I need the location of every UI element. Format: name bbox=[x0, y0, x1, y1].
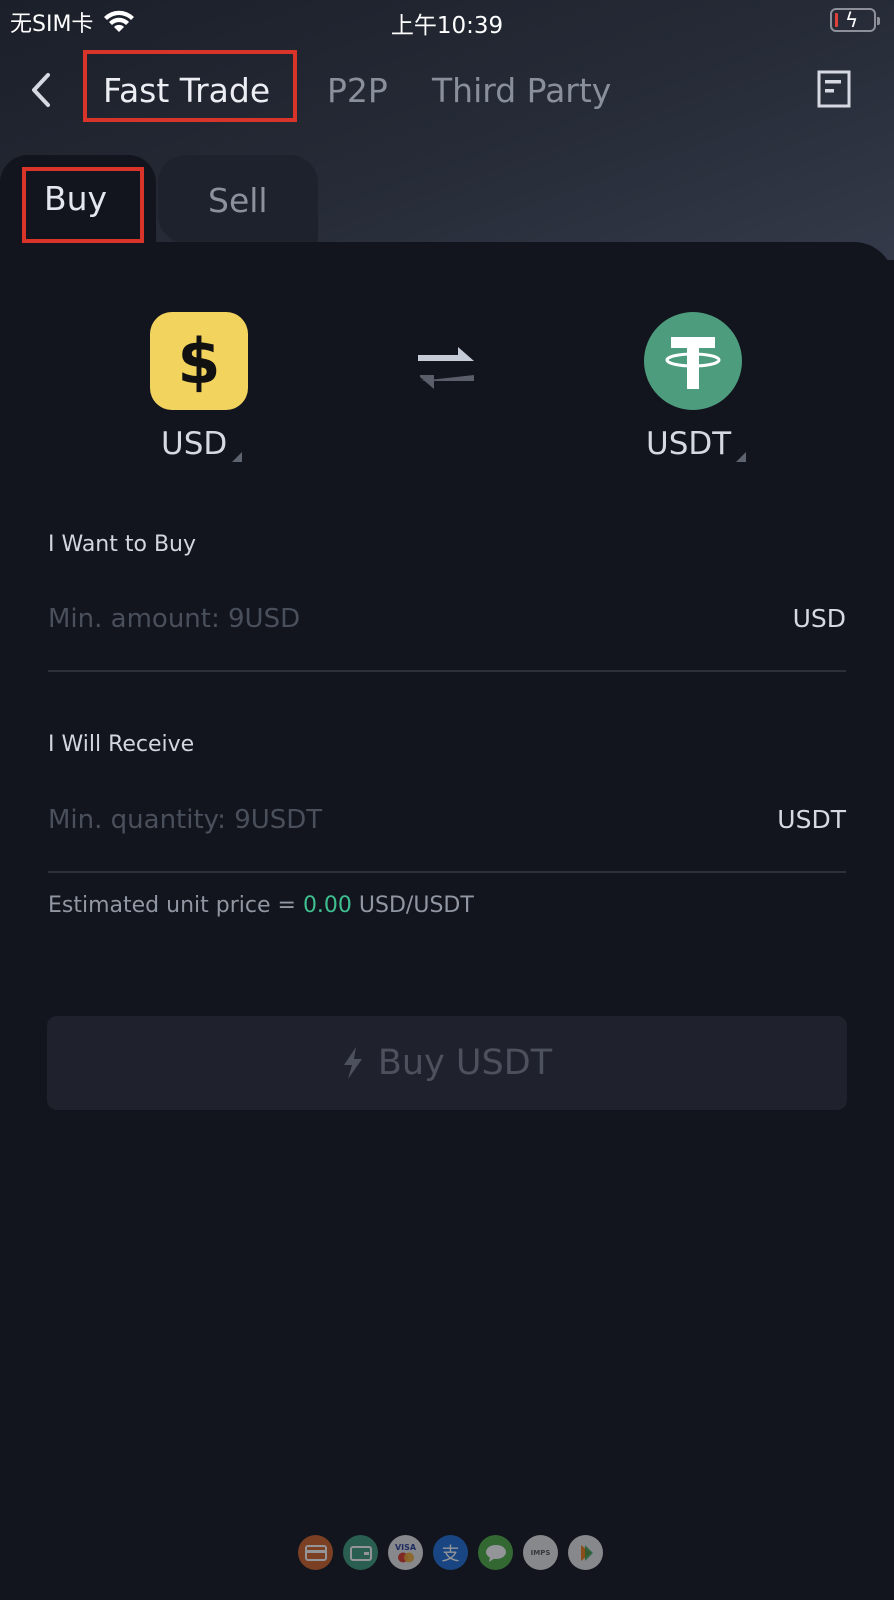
imps-icon: IMPS bbox=[523, 1535, 558, 1570]
usdt-coin-icon[interactable] bbox=[644, 312, 742, 410]
payment-methods: VISA 支 IMPS bbox=[298, 1535, 603, 1570]
tab-sell[interactable]: Sell bbox=[158, 155, 318, 243]
tab-third-party[interactable]: Third Party bbox=[432, 71, 611, 110]
to-currency-selector[interactable]: USDT bbox=[646, 426, 731, 462]
visa-mastercard-icon: VISA bbox=[388, 1535, 423, 1570]
from-currency-selector[interactable]: USD bbox=[161, 426, 227, 462]
divider bbox=[48, 670, 846, 672]
wallet-icon bbox=[343, 1535, 378, 1570]
tether-logo-icon bbox=[665, 337, 721, 389]
orders-icon[interactable] bbox=[816, 69, 852, 109]
charging-icon: ϟ bbox=[845, 8, 859, 32]
back-button[interactable] bbox=[22, 65, 62, 115]
receive-quantity-unit: USDT bbox=[777, 805, 846, 834]
usd-coin-icon[interactable]: $ bbox=[150, 312, 248, 410]
clock: 上午10:39 bbox=[390, 13, 504, 39]
receive-quantity-label: I Will Receive bbox=[48, 732, 195, 757]
highlight-box-buy bbox=[22, 167, 144, 243]
wechat-icon bbox=[478, 1535, 513, 1570]
receive-quantity-input[interactable] bbox=[48, 795, 846, 845]
top-nav: Fast Trade P2P Third Party bbox=[0, 50, 894, 130]
buy-amount-input[interactable] bbox=[48, 594, 846, 644]
buy-amount-label: I Want to Buy bbox=[48, 532, 197, 557]
swap-icon[interactable] bbox=[416, 345, 478, 391]
tab-fast-trade[interactable]: Fast Trade bbox=[103, 71, 270, 110]
to-currency-caret-icon bbox=[736, 452, 746, 462]
battery-icon: ϟ bbox=[830, 8, 880, 32]
tab-p2p[interactable]: P2P bbox=[327, 71, 388, 110]
status-bar: 无SIM卡 上午10:39 ϟ bbox=[0, 0, 894, 42]
tab-sell-label: Sell bbox=[208, 181, 268, 220]
trade-panel bbox=[0, 242, 894, 1600]
estimated-price-value: 0.00 bbox=[302, 893, 352, 918]
estimated-unit-price: Estimated unit price = 0.00 USD/USDT bbox=[48, 893, 474, 918]
alipay-icon: 支 bbox=[433, 1535, 468, 1570]
bank-card-icon bbox=[298, 1535, 333, 1570]
buy-amount-unit: USD bbox=[792, 604, 846, 633]
buy-usdt-button[interactable]: Buy USDT bbox=[47, 1016, 847, 1110]
buy-usdt-button-label: Buy USDT bbox=[377, 1043, 553, 1083]
divider bbox=[48, 871, 846, 873]
from-currency-caret-icon bbox=[232, 452, 242, 462]
lightning-icon bbox=[343, 1047, 362, 1079]
upi-icon bbox=[568, 1535, 603, 1570]
